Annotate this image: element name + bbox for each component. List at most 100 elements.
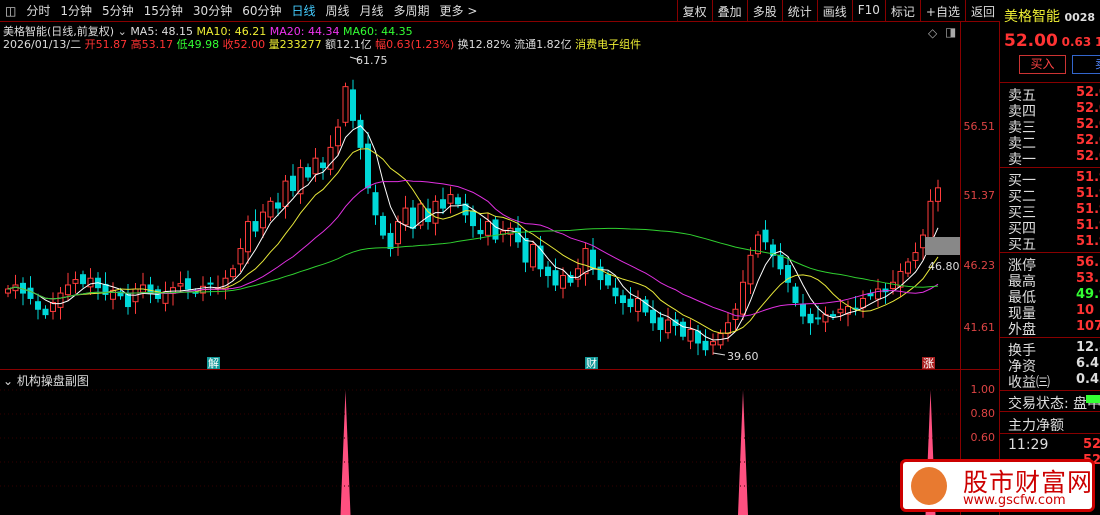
period-tab[interactable]: 分时	[21, 2, 55, 19]
row-value: 12.82	[1076, 340, 1100, 355]
row-value: 53.1	[1076, 271, 1100, 286]
tool-buttons: 复权 叠加 多股 统计 画线 F10 标记 +自选 返回	[676, 0, 1000, 22]
candle-body	[125, 293, 131, 308]
collapse-icon[interactable]: ⌄	[3, 374, 17, 388]
period-tab[interactable]: 月线	[355, 2, 389, 19]
candle-body	[402, 207, 409, 226]
candle-body	[792, 286, 799, 304]
candle-body	[492, 219, 499, 240]
flow-bar	[1086, 395, 1100, 403]
row-value: 52.0	[1076, 101, 1100, 116]
quote-row: 换手 12.82	[1008, 340, 1100, 356]
period-tab[interactable]: 15分钟	[139, 2, 188, 19]
period-tab[interactable]: 多周期	[389, 2, 435, 19]
candle-body	[912, 252, 919, 261]
quote-row: 卖二 52.0	[1008, 133, 1100, 149]
sub-y-tick: 1.00	[970, 383, 996, 396]
quote-row: 外盘 10749	[1008, 319, 1100, 335]
row-value: 10	[1076, 303, 1095, 318]
candle-body	[477, 229, 484, 235]
divider	[1000, 82, 1100, 83]
layout-toggle-icon[interactable]: ◫	[0, 4, 21, 18]
period-tab[interactable]: 30分钟	[188, 2, 237, 19]
candle-body	[807, 313, 814, 324]
candle-body	[387, 232, 394, 250]
candle-body	[815, 317, 821, 320]
indicator-spike	[340, 390, 351, 515]
toolbar-button[interactable]: 返回	[964, 0, 1000, 22]
toolbar-button[interactable]: 复权	[676, 0, 712, 22]
row-label: 涨停	[1008, 258, 1036, 271]
row-label: 净资	[1008, 359, 1036, 372]
quote-row: 最高 53.1	[1008, 271, 1100, 287]
candle-body	[237, 248, 244, 265]
candle-body	[365, 143, 371, 189]
last-price: 52.00	[1004, 31, 1058, 51]
candle-body	[185, 278, 191, 290]
toolbar-button[interactable]: 叠加	[711, 0, 747, 22]
candle-body	[410, 207, 416, 229]
row-label: 收益㈢	[1008, 375, 1050, 388]
candle-body	[470, 211, 476, 227]
divider	[1000, 411, 1100, 412]
row-label: 买四	[1008, 221, 1036, 234]
period-tab[interactable]: 周线	[321, 2, 355, 19]
candle-body	[620, 295, 626, 304]
candle-body	[252, 221, 259, 232]
row-value: 56.5	[1076, 255, 1100, 270]
toolbar-button[interactable]: +自选	[919, 0, 965, 22]
candle-body	[177, 283, 184, 287]
toolbar-button[interactable]: F10	[851, 0, 885, 22]
row-label: 买三	[1008, 205, 1036, 218]
quote-row: 涨停 56.5	[1008, 255, 1100, 271]
candle-body	[42, 308, 49, 316]
period-tab[interactable]: 更多 >	[435, 2, 483, 19]
panel-toggle-icon[interactable]: ◨	[945, 25, 956, 39]
candle-body	[860, 297, 866, 309]
buy-button[interactable]: 买入	[1019, 55, 1066, 74]
sell-button[interactable]: 卖出	[1072, 55, 1100, 74]
watermark-logo: 股市财富网 www.gscfw.com	[900, 459, 1095, 512]
quote-row: 买三 51.9	[1008, 202, 1100, 218]
quote-row: 买四 51.9	[1008, 218, 1100, 234]
y-axis: 56.51 51.37 46.23 41.61 1.00 0.80 0.60	[960, 22, 1000, 515]
candle-body	[485, 221, 491, 236]
row-value: 52.0	[1076, 117, 1100, 132]
candle-body	[605, 274, 611, 286]
quote-row: 卖五 52.0	[1008, 85, 1100, 101]
diamond-icon[interactable]: ◇	[928, 26, 937, 40]
candle-body	[342, 86, 349, 123]
candle-body	[725, 322, 731, 335]
candle-body	[567, 275, 574, 283]
period-tab[interactable]: 日线	[286, 2, 320, 19]
toolbar-button[interactable]: 标记	[884, 0, 920, 22]
row-value: 51.9	[1076, 218, 1100, 233]
candle-body	[312, 157, 319, 175]
candle-body	[582, 248, 589, 275]
candle-body	[335, 126, 341, 147]
candle-body	[680, 321, 686, 337]
pct-change: 1	[1095, 35, 1100, 49]
event-marker-label: 解	[208, 356, 219, 370]
event-marker-label: 财	[586, 356, 597, 370]
period-tab[interactable]: 1分钟	[55, 2, 97, 19]
candle-body	[710, 341, 716, 346]
candle-body	[80, 274, 86, 285]
kline-chart[interactable]: 61.7539.6046.80解财涨	[0, 22, 960, 515]
candle-body	[440, 199, 446, 209]
period-tab[interactable]: 5分钟	[97, 2, 139, 19]
row-label: 买一	[1008, 173, 1036, 186]
divider	[1000, 390, 1100, 391]
row-label: 卖二	[1008, 136, 1036, 149]
candle-body	[245, 221, 251, 253]
row-label: 最低	[1008, 290, 1036, 303]
toolbar-button[interactable]: 画线	[816, 0, 852, 22]
toolbar-button[interactable]: 统计	[781, 0, 817, 22]
toolbar-button[interactable]: 多股	[746, 0, 782, 22]
min-pointer	[712, 352, 726, 356]
candle-body	[657, 317, 664, 330]
candle-body	[702, 340, 709, 351]
period-tab[interactable]: 60分钟	[237, 2, 286, 19]
divider	[1000, 252, 1100, 253]
main-flow: 主力净额	[1008, 418, 1064, 431]
